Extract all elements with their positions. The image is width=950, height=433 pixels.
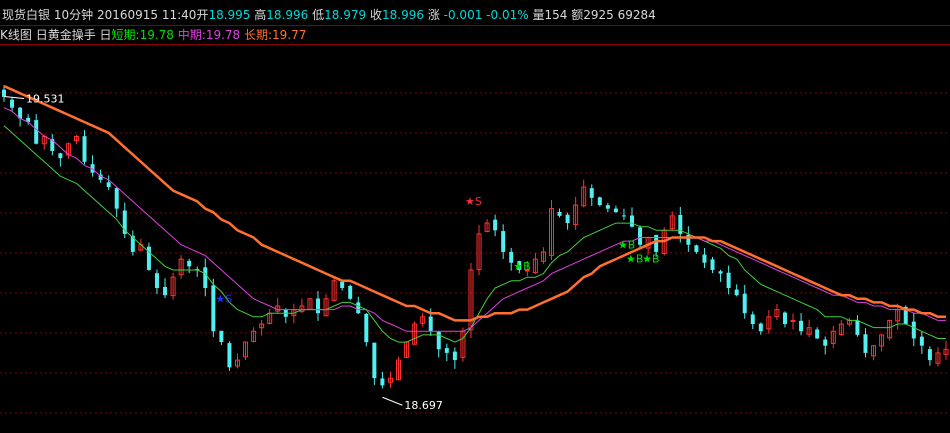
candle-body (815, 329, 820, 339)
quote-header: 现货白银 10分钟 20160915 11:40开18.995 高18.996 … (2, 6, 656, 24)
candle-body (106, 182, 111, 188)
kline-chart-window: 19.531 18.697 ★S ★S ★B ★B ★B ★B 现货白银 10分钟 20160… (0, 0, 950, 433)
change-pct-value: -0.01% (486, 8, 529, 22)
candle-body (452, 351, 457, 361)
high-value: 18.996 (266, 8, 309, 22)
buy-signal-marker: ★B (513, 260, 530, 273)
candle-body (565, 214, 570, 224)
high-marker-line (3, 96, 25, 100)
extra-value: 69284 (617, 8, 656, 22)
candle-body (58, 153, 63, 159)
sell-signal-marker: ★S (215, 292, 232, 305)
mid-ma-label: 中期: (177, 28, 206, 42)
mid-ma-line (3, 107, 946, 332)
candle-body (694, 245, 699, 252)
candle-body (380, 378, 385, 386)
candle-body (356, 302, 361, 314)
candle-body (219, 330, 224, 343)
short-ma-line (3, 125, 946, 343)
low-marker-line (382, 396, 403, 406)
change-value: -0.001 (443, 8, 483, 22)
candle-body (444, 348, 449, 353)
candle-body (630, 215, 634, 227)
period-label: 10分钟 (53, 8, 94, 22)
candle-body (919, 336, 924, 346)
datetime-label: 20160915 11:40 (96, 8, 197, 22)
candle-body (340, 281, 345, 288)
high-label: 高 (254, 8, 267, 22)
instrument-name: 现货白银 (2, 8, 51, 22)
buy-signal-marker: ★B (618, 238, 635, 251)
candle-body (372, 342, 377, 379)
candle-body (501, 231, 506, 252)
candle-body (114, 188, 119, 209)
volume-label: 量 (532, 8, 545, 22)
buy-signal-marker: ★B (642, 253, 659, 266)
candle-body (790, 319, 796, 322)
legend-separator (0, 44, 950, 45)
candle-body (718, 271, 723, 274)
long-ma-label: 长期: (244, 28, 273, 42)
candle-body (911, 321, 916, 339)
indicator-name[interactable]: 日黄金操手 日 (36, 28, 112, 42)
candle-body (799, 320, 804, 332)
candle-body (613, 208, 618, 213)
candle-body (605, 205, 610, 209)
candle-body (428, 316, 433, 332)
indicator-legend: K线图 日黄金操手 日短期:19.78 中期:19.78 长期:19.77 (0, 26, 306, 44)
candle-body (638, 227, 643, 245)
candle-body (227, 343, 232, 368)
candle-body (493, 219, 498, 231)
low-label: 低 (312, 8, 325, 22)
candle-body (187, 260, 192, 267)
candle-body (348, 285, 353, 299)
amount-value: 2925 (583, 8, 614, 22)
volume-value: 154 (544, 8, 568, 22)
low-value: 18.979 (324, 8, 367, 22)
long-ma-value: 19.77 (272, 28, 307, 42)
candle-body (557, 212, 562, 216)
change-label: 涨 (427, 8, 440, 22)
high-price-label: 19.531 (26, 93, 65, 106)
open-value: 18.995 (208, 8, 251, 22)
chart-type-label[interactable]: K线图 (0, 28, 32, 42)
close-label: 收 (369, 8, 382, 22)
candle-body (710, 259, 715, 270)
candle-body (734, 289, 739, 296)
candle-body (34, 120, 39, 144)
candle-body (863, 334, 868, 353)
candle-body (597, 197, 602, 206)
short-ma-value: 19.78 (139, 28, 174, 42)
candle-body (823, 339, 828, 346)
candle-body (686, 234, 691, 245)
short-ma-label: 短期: (111, 28, 140, 42)
candle-body (154, 273, 159, 288)
candle-body (855, 320, 860, 335)
candle-body (927, 349, 932, 361)
candle-body (750, 314, 755, 325)
close-value: 18.996 (381, 8, 424, 22)
candle-body (10, 99, 15, 108)
amount-label: 额 (571, 8, 584, 22)
candle-body (782, 312, 787, 325)
candle-body (203, 267, 208, 288)
low-price-label: 18.697 (404, 399, 443, 412)
buy-signal-marker: ★B (626, 253, 643, 266)
candle-body (742, 293, 747, 314)
candle-body (621, 215, 626, 217)
sell-signal-marker: ★S (465, 195, 482, 208)
candle-body (163, 286, 168, 296)
candle-body (726, 272, 731, 288)
kline-plot[interactable]: 19.53118.697★S★S★B★B★B★B (0, 0, 950, 433)
candle-body (82, 136, 87, 162)
candle-body (2, 89, 6, 97)
candle-body (589, 188, 594, 198)
candle-body (758, 323, 763, 332)
candle-body (316, 298, 320, 314)
mid-ma-value: 19.78 (205, 28, 241, 42)
candle-body (702, 254, 707, 263)
open-label: 开 (196, 8, 209, 22)
candle-body (364, 313, 369, 343)
